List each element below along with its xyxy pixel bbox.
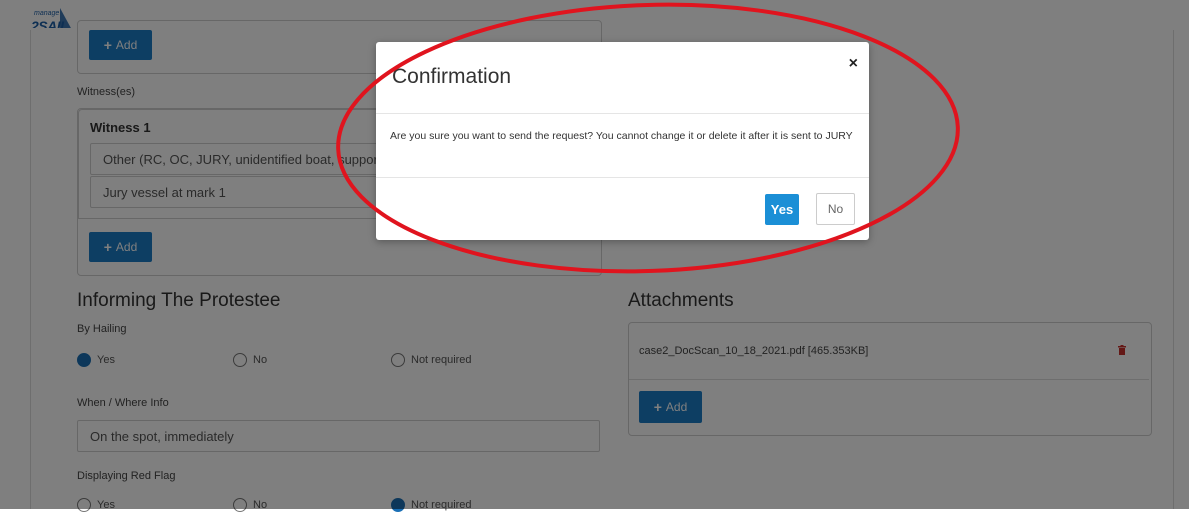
red-annotation-ellipse: [336, 2, 960, 274]
